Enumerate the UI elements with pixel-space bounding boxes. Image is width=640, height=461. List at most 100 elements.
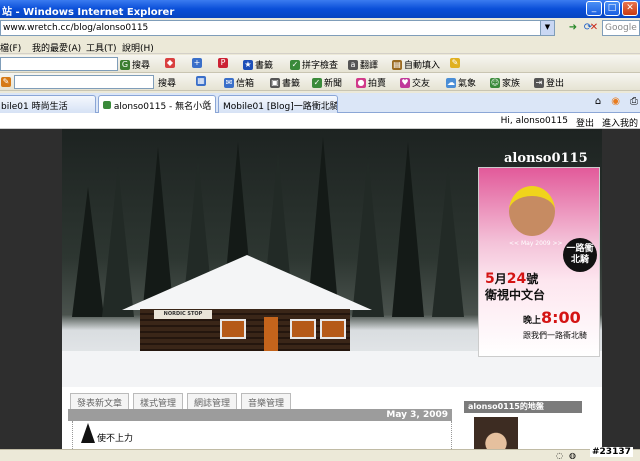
close-button[interactable]: ✕ — [622, 1, 638, 16]
yahoo-pencil-icon: ✎ — [1, 77, 11, 87]
cabin-roof — [122, 255, 372, 310]
autofill-icon: ▤ — [392, 59, 402, 70]
promo-badge: 一路衝北騎 — [563, 238, 597, 272]
toolbar-dating-button[interactable]: ♥ 交友 — [400, 76, 430, 89]
toolbar-plus-button[interactable]: + — [192, 58, 202, 68]
toolbar-autofill-button[interactable]: ▤ 自動填入 — [392, 58, 440, 71]
tab-favicon-icon — [103, 101, 111, 109]
toolbar-search-button[interactable]: G 搜尋 — [120, 58, 150, 71]
heart-icon: ♥ — [400, 77, 410, 88]
toolbar-google: G 搜尋 ◆ + P ★ 書籤 ✓ 拼字檢查 a 翻譯 ▤ 自動填入 ✎ — [0, 55, 640, 73]
minimize-button[interactable]: _ — [586, 1, 602, 16]
promo-tagline: 跟我們一路衝北騎 — [523, 331, 587, 340]
logout-icon: ⇥ — [534, 77, 544, 88]
address-dropdown-icon[interactable]: ▼ — [540, 21, 554, 35]
menu-favorites[interactable]: 我的最愛(A) — [32, 41, 81, 54]
promo-banner[interactable]: << May 2009 >> 一路衝北騎 5月24號 衛視中文台 晚上8:00 … — [478, 167, 600, 357]
window-title: 站 - Windows Internet Explorer — [2, 7, 175, 18]
blog-container: NORDIC STOP alonso0115 << May 2009 >> 一路… — [62, 129, 602, 461]
menu-tools[interactable]: 工具(T) — [86, 41, 117, 54]
toolbar-cube-button[interactable]: ◆ — [165, 58, 175, 68]
pen-icon: ✎ — [450, 58, 460, 68]
star-icon: ★ — [243, 59, 253, 70]
rss-icon[interactable]: ◉ — [611, 96, 620, 107]
security-icon: ◌ — [556, 451, 563, 460]
bookmark-icon: ▣ — [270, 77, 280, 88]
address-bar[interactable]: www.wretch.cc/blog/alonso0115 ▼ — [0, 20, 555, 36]
logout-link[interactable]: 登出 — [576, 116, 594, 129]
cabin-sign: NORDIC STOP — [154, 310, 212, 319]
cabin-window — [220, 319, 246, 339]
greeting-text: Hi, alonso0115 — [500, 116, 568, 126]
family-icon: ☺ — [490, 77, 500, 88]
toolbar-yahoo: ✎ 搜尋 ▦ ✉ 信箱 ▣ 書籤 ✓ 新聞 ● 拍賣 ♥ 交友 ☁ 氣象 ☺ 家… — [0, 73, 640, 91]
tree-shape — [432, 167, 464, 317]
tree-icon — [81, 423, 95, 443]
search-icon: G — [120, 59, 130, 70]
home-icon[interactable]: ⌂ — [595, 96, 601, 107]
toolbar-bookmark2-button[interactable]: ▣ 書籤 — [270, 76, 300, 89]
menu-bar: 檔(F) 我的最愛(A) 工具(T) 說明(H) — [0, 38, 640, 54]
toolbar-popup-button[interactable]: P — [218, 58, 228, 68]
plus-icon: + — [192, 58, 202, 68]
toolbar-pen-button[interactable]: ✎ — [450, 58, 460, 68]
weather-icon: ☁ — [446, 77, 456, 88]
toolbar-yahoo-search-button[interactable]: 搜尋 — [158, 76, 176, 89]
toolbar-logout-button[interactable]: ⇥ 登出 — [534, 76, 564, 89]
enter-my-link[interactable]: 進入我的 — [602, 116, 638, 129]
tree-shape — [72, 187, 104, 317]
page-top-strip: Hi, alonso0115 登出 進入我的 — [0, 113, 640, 129]
tab-mobile01-blog[interactable]: Mobile01 [Blog]一路衝北騎... — [218, 95, 338, 113]
toolbar-bookmarks-button[interactable]: ★ 書籤 — [243, 58, 273, 71]
cube-icon: ◆ — [165, 58, 175, 68]
stop-icon[interactable]: ✕ — [586, 20, 602, 36]
toolbar-translate-button[interactable]: a 翻譯 — [348, 58, 378, 71]
toolbar-auction-button[interactable]: ● 拍賣 — [356, 76, 386, 89]
menu-help[interactable]: 說明(H) — [122, 41, 154, 54]
mail-icon: ✉ — [224, 77, 234, 88]
post-title[interactable]: 使不上力 — [97, 431, 133, 444]
toolbar-weather-button[interactable]: ☁ 氣象 — [446, 76, 476, 89]
toolbar-news-button[interactable]: ✓ 新聞 — [312, 76, 342, 89]
toolbar-layout-button[interactable]: ▦ — [196, 76, 206, 86]
promo-time: 晚上8:00 — [523, 308, 581, 327]
cabin-door — [264, 317, 278, 351]
tab-alonso0115[interactable]: alonso0115 - 無名小站 ✕ — [98, 95, 216, 113]
blog-title[interactable]: alonso0115 — [504, 151, 588, 166]
page-content: NORDIC STOP alonso0115 << May 2009 >> 一路… — [0, 129, 640, 461]
rider-photo — [509, 186, 555, 236]
toolbar-mail-button[interactable]: ✉ 信箱 — [224, 76, 254, 89]
address-row: www.wretch.cc/blog/alonso0115 ▼ ➜ ⟳ ✕ Go… — [0, 18, 640, 38]
menu-file[interactable]: 檔(F) — [0, 41, 21, 54]
popup-blocker-icon: P — [218, 58, 228, 68]
go-icon[interactable]: ➜ — [565, 20, 581, 36]
toolbar-search-field[interactable] — [0, 57, 118, 71]
layout-icon: ▦ — [196, 76, 206, 86]
print-icon[interactable]: ⎙ — [630, 96, 638, 107]
sidebar-heading: alonso0115的地盤 — [464, 401, 582, 413]
auction-icon: ● — [356, 77, 366, 88]
watermark: #23137 — [590, 447, 633, 457]
status-bar: ◌ ◍ — [0, 449, 640, 461]
title-bar: 站 - Windows Internet Explorer _ □ ✕ — [0, 0, 640, 18]
news-icon: ✓ — [312, 77, 322, 88]
promo-channel: 衛視中文台 — [485, 288, 546, 302]
cabin-window — [320, 319, 346, 339]
promo-calendar-label: << May 2009 >> — [509, 240, 563, 247]
maximize-button[interactable]: □ — [604, 1, 620, 16]
spellcheck-icon: ✓ — [290, 59, 300, 70]
tab-close-icon[interactable]: ✕ — [203, 99, 211, 109]
toolbar-yahoo-search-field[interactable] — [14, 75, 154, 89]
tab-mobile01-fashion[interactable]: bile01 時尚生活 — [0, 95, 96, 113]
zone-icon: ◍ — [568, 451, 576, 460]
search-input[interactable]: Google — [602, 20, 640, 36]
tab-bar: bile01 時尚生活 alonso0115 - 無名小站 ✕ Mobile01… — [0, 93, 640, 113]
tree-shape — [392, 142, 424, 317]
translate-icon: a — [348, 59, 358, 70]
post-date: May 3, 2009 — [68, 409, 452, 421]
toolbar-spellcheck-button[interactable]: ✓ 拼字檢查 — [290, 58, 338, 71]
promo-date: 5月24號 — [485, 271, 539, 287]
address-text: www.wretch.cc/blog/alonso0115 — [3, 23, 149, 33]
toolbar-family-button[interactable]: ☺ 家族 — [490, 76, 520, 89]
cabin-window — [290, 319, 316, 339]
